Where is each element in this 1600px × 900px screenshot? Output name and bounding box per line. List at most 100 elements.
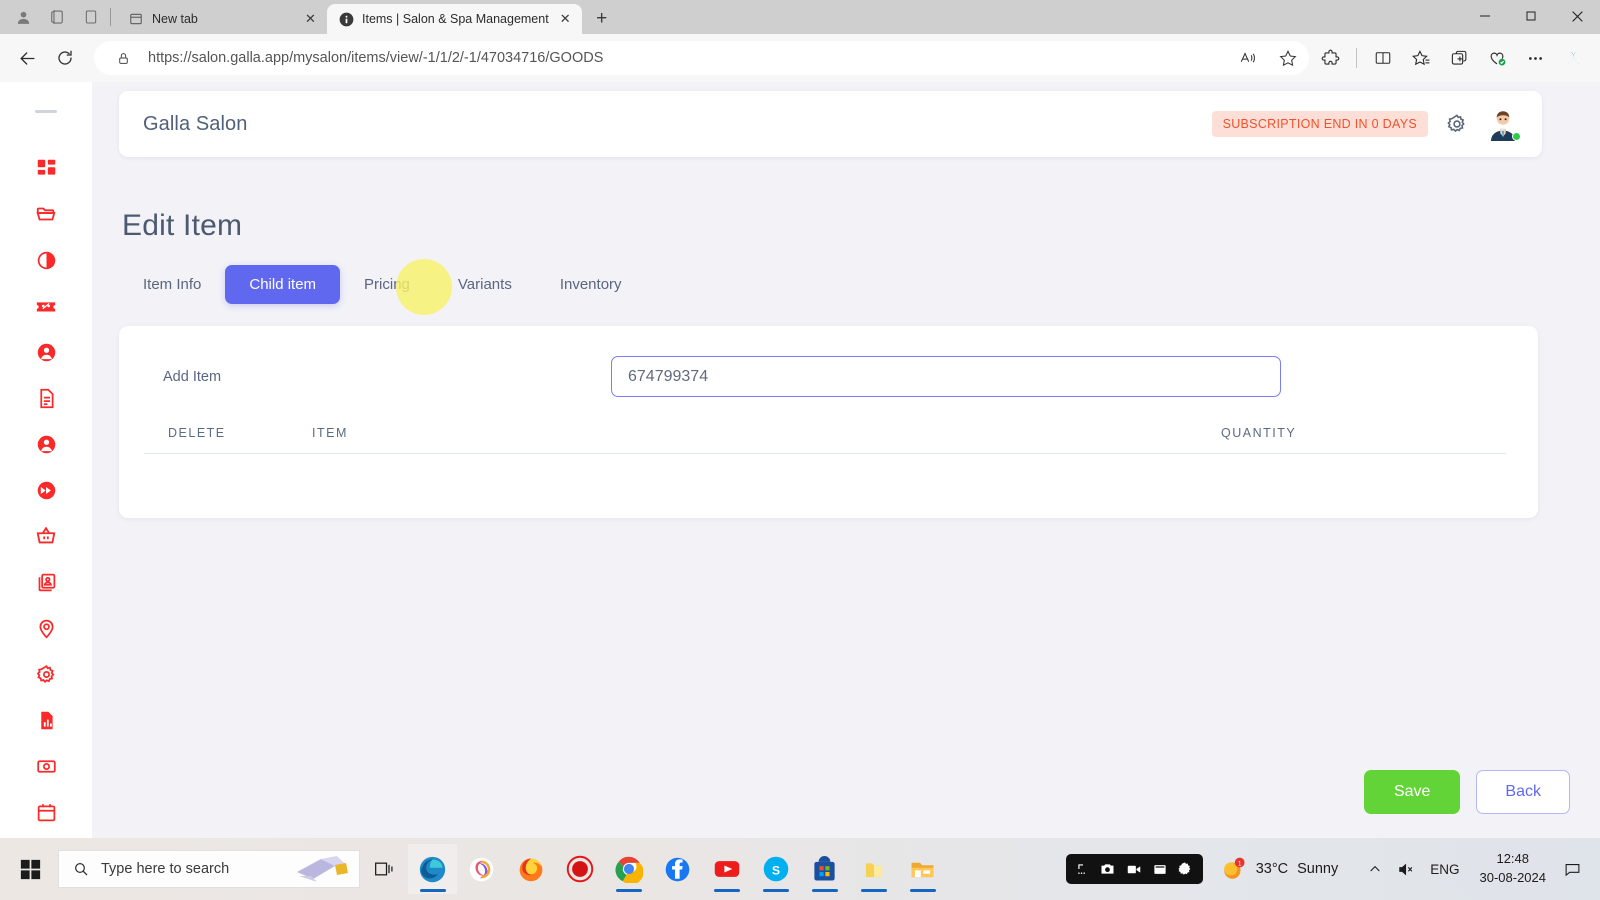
taskbar-app-microsoft-store[interactable] <box>800 844 849 894</box>
read-aloud-icon[interactable] <box>1233 43 1263 73</box>
clock[interactable]: 12:48 30-08-2024 <box>1470 850 1557 888</box>
browser-tab-items-salon[interactable]: Items | Salon & Spa Management ✕ <box>327 4 582 34</box>
main-content: Galla Salon SUBSCRIPTION END IN 0 DAYS E… <box>92 82 1600 838</box>
collections-icon[interactable] <box>1442 41 1476 75</box>
search-icon <box>75 863 88 876</box>
sidebar-item-basket[interactable] <box>23 513 69 559</box>
sidebar-item-document[interactable] <box>23 375 69 421</box>
tab-title: New tab <box>152 12 198 26</box>
save-button[interactable]: Save <box>1363 770 1461 814</box>
app-running-indicator <box>616 889 642 892</box>
copilot-icon[interactable] <box>1556 41 1590 75</box>
taskbar-app-firefox[interactable] <box>506 844 555 894</box>
window-controls <box>1462 0 1600 32</box>
screen-recorder-toolbar[interactable] <box>1065 854 1203 884</box>
sidebar-item-folder[interactable] <box>23 191 69 237</box>
drag-handle[interactable] <box>35 110 57 113</box>
back-button[interactable]: Back <box>1476 770 1570 814</box>
taskbar-app-skype[interactable]: S <box>751 844 800 894</box>
reload-icon[interactable] <box>48 41 82 75</box>
taskbar-app-youtube[interactable] <box>702 844 751 894</box>
taskbar-app-chrome[interactable] <box>604 844 653 894</box>
tabstrip-divider <box>110 8 111 26</box>
weather-widget[interactable]: 1 33°C Sunny <box>1221 856 1338 882</box>
sidebar-item-settings[interactable] <box>23 651 69 697</box>
gear-icon[interactable] <box>1444 111 1470 137</box>
app-running-indicator <box>420 889 446 892</box>
sidebar-item-cash[interactable] <box>23 743 69 789</box>
camera-icon <box>1101 864 1114 874</box>
weather-temperature: 33°C <box>1255 861 1289 877</box>
tab-actions-icon[interactable] <box>74 0 108 34</box>
sidebar-item-reports[interactable] <box>23 697 69 743</box>
address-bar[interactable]: https://salon.galla.app/mysalon/items/vi… <box>94 41 1309 75</box>
close-icon[interactable]: ✕ <box>302 11 319 28</box>
taskbar-app-file-explorer[interactable] <box>898 844 947 894</box>
favorites-icon[interactable] <box>1404 41 1438 75</box>
tab-item-info[interactable]: Item Info <box>119 265 225 304</box>
url-text: https://salon.galla.app/mysalon/items/vi… <box>148 50 604 66</box>
taskbar-app-folder-yellow[interactable] <box>849 844 898 894</box>
sidebar-item-dashboard[interactable] <box>23 145 69 191</box>
child-items-table-header: DELETE ITEM QUANTITY <box>144 426 1506 454</box>
sidebar-item-calendar[interactable] <box>23 789 69 835</box>
tab-title: Items | Salon & Spa Management <box>362 12 549 26</box>
minimize-button[interactable] <box>1462 0 1508 32</box>
workspaces-icon[interactable] <box>40 0 74 34</box>
new-tab-button[interactable]: + <box>588 5 616 33</box>
sidebar-item-id-card[interactable] <box>23 559 69 605</box>
profile-icon[interactable] <box>6 0 40 34</box>
svg-text:S: S <box>771 863 779 877</box>
sunny-icon: 1 <box>1223 857 1245 879</box>
back-arrow-icon[interactable] <box>10 41 44 75</box>
notification-center-icon[interactable] <box>1556 851 1588 887</box>
volume-muted-icon[interactable] <box>1390 851 1420 887</box>
search-input[interactable]: Type here to search <box>58 850 360 888</box>
extensions-icon[interactable] <box>1313 41 1347 75</box>
sidebar-item-location[interactable] <box>23 605 69 651</box>
sidebar-item-contrast[interactable] <box>23 237 69 283</box>
tab-pricing[interactable]: Pricing <box>340 265 434 304</box>
windows-start-icon[interactable] <box>6 846 54 892</box>
clock-time: 12:48 <box>1496 851 1530 867</box>
star-icon[interactable] <box>1273 43 1303 73</box>
avatar[interactable] <box>1486 107 1521 141</box>
header-actions: SUBSCRIPTION END IN 0 DAYS <box>1211 107 1521 141</box>
tab-inventory[interactable]: Inventory <box>536 265 646 304</box>
tab-child-item[interactable]: Child item <box>225 265 341 304</box>
system-tray: 1 33°C Sunny ENG 12:48 30-08-2024 <box>1065 850 1594 888</box>
close-window-button[interactable] <box>1554 0 1600 32</box>
column-header-quantity: QUANTITY <box>1221 426 1297 440</box>
app-header: Galla Salon SUBSCRIPTION END IN 0 DAYS <box>119 91 1542 157</box>
taskbar-app-screen-recorder[interactable] <box>555 844 604 894</box>
column-header-delete: DELETE <box>168 426 226 440</box>
add-item-input[interactable] <box>611 356 1281 397</box>
browser-tab-new-tab[interactable]: New tab ✕ <box>117 4 327 34</box>
tab-variants[interactable]: Variants <box>434 265 536 304</box>
add-item-row: Add Item <box>144 356 1506 397</box>
input-language[interactable]: ENG <box>1420 862 1469 877</box>
close-icon[interactable]: ✕ <box>557 11 574 28</box>
search-placeholder-text: Type here to search <box>101 861 230 877</box>
search-decoration-icon <box>297 855 348 882</box>
show-hidden-icons-chevron[interactable] <box>1360 851 1390 887</box>
task-view-icon[interactable] <box>360 846 408 892</box>
app-running-indicator <box>714 889 740 892</box>
sidebar-item-fast-forward[interactable] <box>23 467 69 513</box>
settings-more-icon[interactable] <box>1518 41 1552 75</box>
sidebar-item-user[interactable] <box>23 329 69 375</box>
browser-essentials-icon[interactable] <box>1480 41 1514 75</box>
weather-badge-count: 1 <box>1238 860 1242 867</box>
app-running-indicator <box>812 889 838 892</box>
tab-strip: New tab ✕ Items | Salon & Spa Management… <box>0 0 1600 34</box>
taskbar-app-copilot[interactable] <box>457 844 506 894</box>
split-screen-icon[interactable] <box>1366 41 1400 75</box>
maximize-button[interactable] <box>1508 0 1554 32</box>
browser-window: New tab ✕ Items | Salon & Spa Management… <box>0 0 1600 900</box>
sidebar-item-user-2[interactable] <box>23 421 69 467</box>
taskbar-app-edge[interactable] <box>408 844 457 894</box>
taskbar-app-facebook[interactable] <box>653 844 702 894</box>
window-icon <box>1154 864 1166 874</box>
sidebar-item-discount[interactable] <box>23 283 69 329</box>
salon-app-favicon <box>338 11 354 27</box>
